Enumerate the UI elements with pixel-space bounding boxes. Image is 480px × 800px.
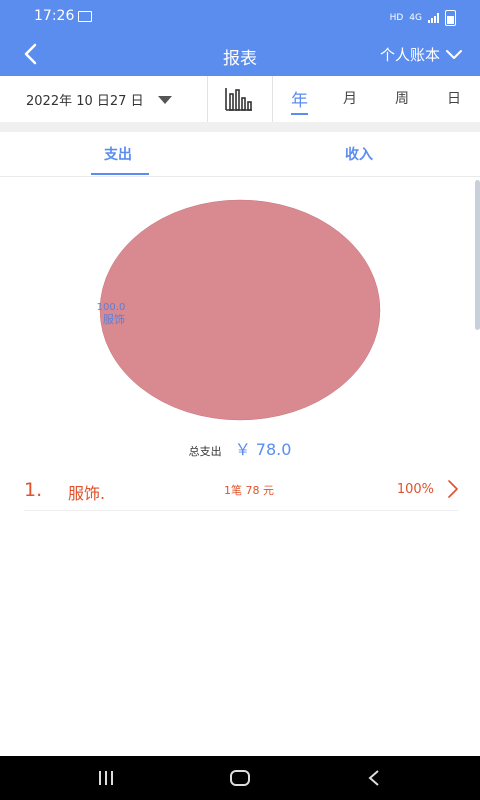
total-label: 总支出 xyxy=(188,445,222,458)
tab-expense[interactable]: 支出 xyxy=(104,144,132,164)
app-bar: 报表 个人账本 xyxy=(0,34,480,76)
date-value: 2022年 10 日27 日 xyxy=(26,94,144,109)
system-nav-bar xyxy=(0,756,480,800)
pie-svg: 100.0服饰 xyxy=(97,199,381,421)
back-icon[interactable] xyxy=(366,768,382,788)
total-summary: 总支出 ￥ 78.0 xyxy=(0,436,480,460)
pie-slice-name-label: 服饰 xyxy=(103,312,125,326)
period-day[interactable]: 日 xyxy=(447,88,461,108)
dropdown-triangle-icon xyxy=(157,95,172,104)
network-badge: 4G xyxy=(409,13,422,23)
pie-chart: 100.0 服饰 xyxy=(0,190,480,430)
hd-badge: HD xyxy=(389,13,404,23)
status-indicators: HD 4G xyxy=(390,10,456,26)
pie-slice-0[interactable] xyxy=(99,199,381,421)
row-count: 1笔 78 元 xyxy=(224,484,274,497)
pie-slice-value-label: 100.0 xyxy=(97,302,126,313)
type-tabs: 支出 收入 xyxy=(0,132,480,177)
period-year[interactable]: 年 xyxy=(291,86,308,115)
filter-toolbar: 2022年 10 日27 日 年 月 周 日 xyxy=(0,76,480,123)
status-time: 17:26 xyxy=(34,8,75,24)
period-month[interactable]: 月 xyxy=(343,88,357,108)
category-row[interactable]: 1. 服饰. 1笔 78 元 100% xyxy=(24,470,458,511)
row-index: 1. xyxy=(24,479,43,501)
image-notification-icon xyxy=(78,11,92,22)
divider xyxy=(207,76,208,122)
home-icon[interactable] xyxy=(229,768,251,788)
date-picker[interactable]: 2022年 10 日27 日 xyxy=(26,90,172,109)
tab-income[interactable]: 收入 xyxy=(345,144,373,164)
total-value: ￥ 78.0 xyxy=(234,440,292,459)
signal-icon xyxy=(428,13,439,23)
battery-icon xyxy=(445,10,456,26)
section-gap xyxy=(0,122,480,132)
row-category: 服饰. xyxy=(68,484,106,503)
account-selector[interactable]: 个人账本 xyxy=(380,44,462,65)
divider xyxy=(272,76,273,122)
chevron-right-icon xyxy=(448,480,458,498)
account-label: 个人账本 xyxy=(379,46,440,64)
row-percent: 100% xyxy=(396,482,434,497)
status-bar: 17:26 HD 4G xyxy=(0,0,480,34)
bar-chart-icon[interactable] xyxy=(224,86,254,112)
tab-indicator xyxy=(91,173,149,175)
chevron-down-icon xyxy=(446,49,462,59)
recent-apps-icon[interactable] xyxy=(96,768,116,788)
period-week[interactable]: 周 xyxy=(395,88,409,108)
